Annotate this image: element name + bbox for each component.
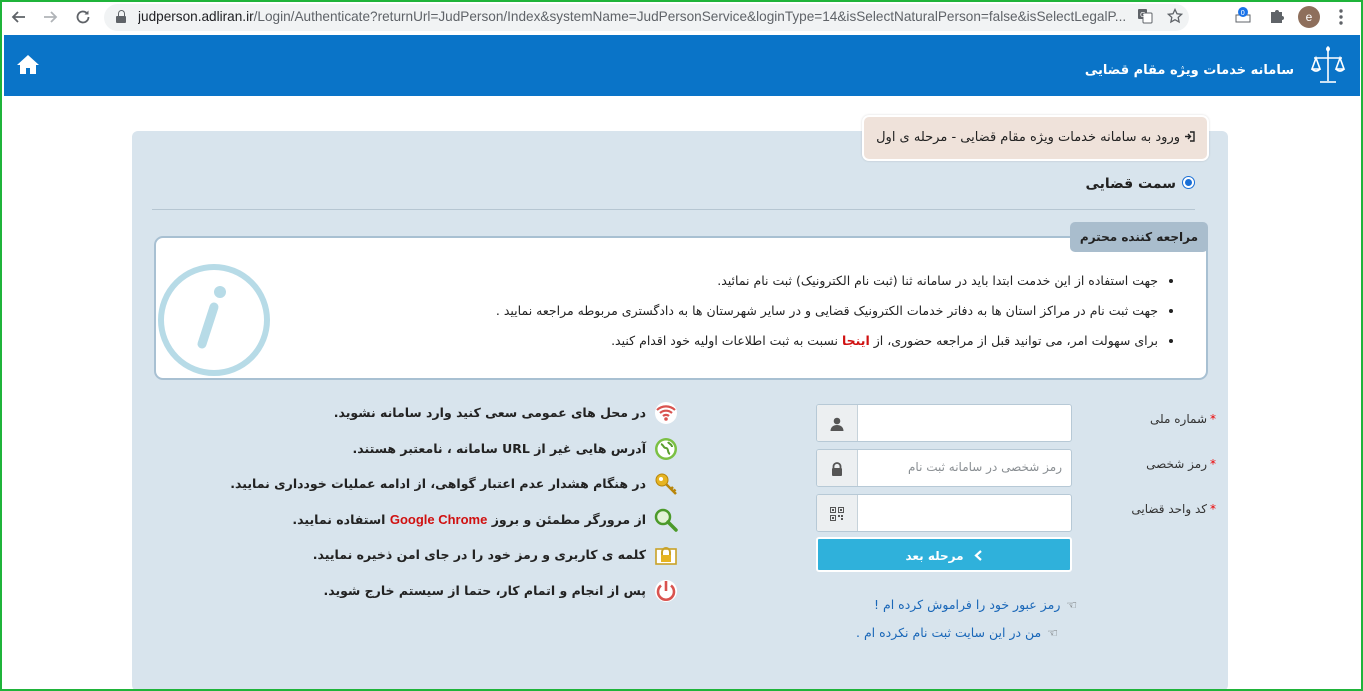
input-addon — [817, 405, 858, 441]
magnifier-icon — [654, 508, 678, 532]
site-header: سامانه خدمات ویژه مقام قضایی — [4, 35, 1360, 96]
lock-icon — [830, 461, 844, 476]
notice-list: جهت استفاده از این خدمت ابتدا باید در سا… — [496, 266, 1176, 356]
tip-item: آدرس هایی غیر از URL سامانه ، نامعتبر هس… — [272, 437, 682, 473]
not-registered-link[interactable]: ☜من در این سایت ثبت نام نکرده ام . — [856, 625, 1058, 640]
judicial-code-input[interactable] — [858, 495, 1070, 529]
national-id-input[interactable] — [858, 405, 1070, 439]
user-icon — [830, 416, 844, 431]
chevron-left-icon — [973, 539, 983, 574]
login-panel: ورود به سامانه خدمات ویژه مقام قضایی - م… — [132, 115, 1228, 691]
input-addon — [817, 495, 858, 531]
power-icon — [654, 579, 678, 603]
tip-item: کلمه ی کاربری و رمز خود را در جای امن ذخ… — [272, 543, 682, 579]
star-icon[interactable] — [1166, 7, 1184, 26]
next-step-button[interactable]: مرحله بعد — [816, 537, 1072, 572]
input-addon — [817, 450, 858, 486]
national-id-label: *شماره ملی — [1150, 412, 1216, 426]
back-icon[interactable] — [9, 7, 29, 27]
role-radio[interactable] — [1182, 176, 1195, 189]
padlock-icon — [654, 543, 678, 567]
password-row: *رمز شخصی — [816, 449, 1216, 487]
next-step-label: مرحله بعد — [905, 549, 964, 563]
key-icon — [654, 472, 678, 496]
sign-in-icon — [1184, 118, 1195, 142]
forward-icon[interactable] — [40, 7, 60, 27]
forgot-password-link[interactable]: ☜رمز عبور خود را فراموش کرده ام ! — [874, 597, 1077, 612]
notice-item: جهت استفاده از این خدمت ابتدا باید در سا… — [496, 266, 1158, 296]
divider — [152, 209, 1195, 210]
password-group — [816, 449, 1072, 487]
national-id-group — [816, 404, 1072, 442]
extension-badge-icon[interactable]: 0 — [1234, 6, 1252, 24]
home-icon[interactable] — [16, 53, 40, 75]
chrome-brand: Google Chrome — [389, 511, 488, 527]
pointing-hand-icon: ☜ — [1047, 626, 1059, 640]
notice-box: مراجعه کننده محترم جهت استفاده از این خد… — [154, 222, 1208, 380]
judicial-code-group — [816, 494, 1072, 532]
reload-icon[interactable] — [73, 7, 93, 27]
browser-toolbar: judperson.adliran.ir/Login/Authenticate?… — [0, 0, 1363, 35]
judicial-code-row: *کد واحد قضایی — [816, 494, 1216, 532]
national-id-row: *شماره ملی — [816, 404, 1216, 442]
site-title: سامانه خدمات ویژه مقام قضایی — [1084, 63, 1294, 78]
role-label: سمت قضایی — [1085, 176, 1177, 192]
notice-item: جهت ثبت نام در مراکز استان ها به دفاتر خ… — [496, 296, 1158, 326]
lock-icon[interactable] — [116, 10, 126, 23]
menu-icon[interactable] — [1331, 7, 1351, 27]
svg-text:G: G — [1140, 11, 1145, 19]
globe-icon — [654, 437, 678, 461]
tip-item: از مرورگر مطمئن و بروز Google Chrome است… — [272, 508, 682, 544]
notice-tag: مراجعه کننده محترم — [1069, 222, 1208, 252]
password-label: *رمز شخصی — [1146, 457, 1216, 471]
step-title: ورود به سامانه خدمات ویژه مقام قضایی - م… — [862, 115, 1209, 161]
notice-item: برای سهولت امر، می توانید قبل از مراجعه … — [496, 326, 1158, 356]
judicial-code-label: *کد واحد قضایی — [1131, 502, 1216, 516]
profile-avatar[interactable]: e — [1298, 6, 1320, 28]
tip-item: در هنگام هشدار عدم اعتبار گواهی، از ادام… — [230, 472, 682, 508]
svg-text:0: 0 — [1241, 9, 1245, 17]
password-input[interactable] — [858, 450, 1070, 484]
register-here-link[interactable]: اینجا — [842, 333, 870, 348]
translate-icon[interactable]: G — [1136, 8, 1154, 26]
wifi-icon — [654, 401, 678, 425]
role-option[interactable]: سمت قضایی — [1085, 176, 1195, 192]
justice-scale-icon — [1310, 45, 1346, 87]
tip-item: در محل های عمومی سعی کنید وارد سامانه نش… — [272, 401, 682, 437]
tip-item: پس از انجام و اتمام کار، حتما از سیستم خ… — [272, 579, 682, 615]
puzzle-icon[interactable] — [1267, 7, 1287, 27]
security-tips: در محل های عمومی سعی کنید وارد سامانه نش… — [230, 401, 682, 615]
info-icon — [156, 262, 274, 380]
address-bar[interactable]: judperson.adliran.ir/Login/Authenticate?… — [104, 4, 1189, 31]
step-title-text: ورود به سامانه خدمات ویژه مقام قضایی - م… — [876, 130, 1180, 145]
pointing-hand-icon: ☜ — [1066, 598, 1078, 612]
url-text: judperson.adliran.ir/Login/Authenticate?… — [138, 9, 1127, 24]
qrcode-icon — [830, 506, 844, 521]
